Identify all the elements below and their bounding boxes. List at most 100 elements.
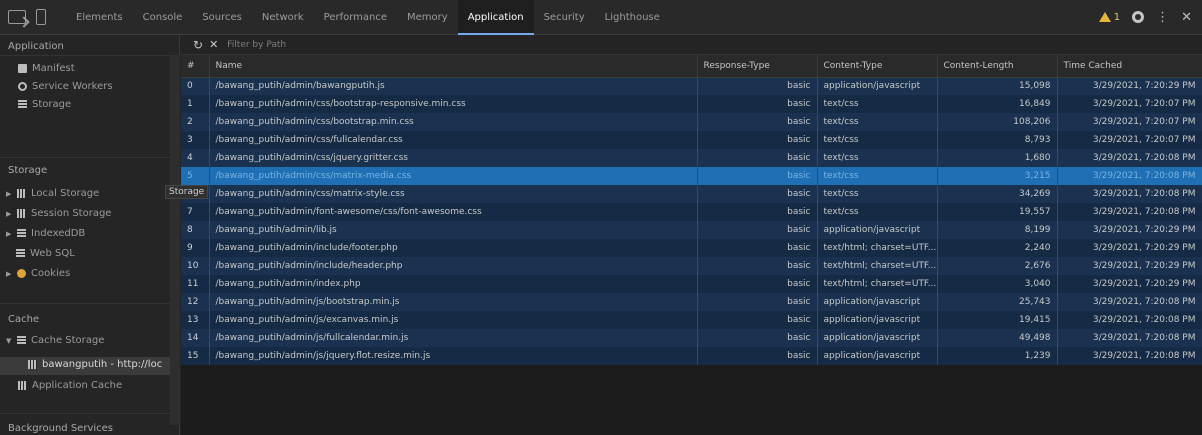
table-row[interactable]: 5/bawang_putih/admin/css/matrix-media.cs…: [181, 167, 1202, 185]
column-header-name[interactable]: Name: [209, 55, 698, 78]
sidebar-item-application-cache[interactable]: Application Cache: [18, 380, 122, 391]
table-row[interactable]: 2/bawang_putih/admin/css/bootstrap.min.c…: [181, 113, 1202, 131]
cell-response-type: basic: [697, 95, 818, 113]
tab-console[interactable]: Console: [133, 0, 193, 35]
expand-arrow-icon[interactable]: ▶: [6, 190, 12, 198]
cell-response-type: basic: [697, 257, 818, 275]
sidebar-item-service-workers[interactable]: Service Workers: [18, 81, 113, 92]
sidebar-item-storage[interactable]: Storage: [18, 99, 71, 110]
close-icon[interactable]: ✕: [1181, 10, 1192, 25]
cell-content-length: 2,676: [937, 257, 1058, 275]
cell-name: /bawang_putih/admin/js/excanvas.min.js: [209, 311, 698, 329]
column-header-index[interactable]: #: [181, 55, 210, 78]
database-icon: [16, 249, 25, 258]
table-row[interactable]: 15/bawang_putih/admin/js/jquery.flot.res…: [181, 347, 1202, 365]
tab-lighthouse[interactable]: Lighthouse: [595, 0, 670, 35]
tab-application[interactable]: Application: [457, 0, 534, 35]
cell-index: 5: [181, 167, 210, 185]
cell-content-length: 19,415: [937, 311, 1058, 329]
tab-elements[interactable]: Elements: [66, 0, 133, 35]
table-row[interactable]: 3/bawang_putih/admin/css/fullcalendar.cs…: [181, 131, 1202, 149]
table-row[interactable]: 1/bawang_putih/admin/css/bootstrap-respo…: [181, 95, 1202, 113]
cell-content-length: 34,269: [937, 185, 1058, 203]
device-toolbar-icon[interactable]: [36, 9, 46, 25]
sidebar-header-storage: Storage: [8, 165, 48, 176]
cell-time-cached: 3/29/2021, 7:20:08 PM: [1057, 329, 1202, 347]
sidebar-item-cache-entry[interactable]: bawangputih - http://loc: [28, 359, 162, 370]
cell-response-type: basic: [697, 203, 818, 221]
sidebar-item-cache-storage[interactable]: ▼ Cache Storage: [6, 335, 104, 346]
tab-performance[interactable]: Performance: [314, 0, 397, 35]
table-row[interactable]: 0/bawang_putih/admin/bawangputih.js basic…: [181, 77, 1202, 95]
cell-content-type: application/javascript: [817, 77, 938, 95]
sidebar-item-indexeddb[interactable]: ▶ IndexedDB: [6, 228, 85, 239]
table-row[interactable]: 9/bawang_putih/admin/include/footer.php b…: [181, 239, 1202, 257]
cell-name: /bawang_putih/admin/css/bootstrap-respon…: [209, 95, 698, 113]
cell-response-type: basic: [697, 221, 818, 239]
tab-sources[interactable]: Sources: [192, 0, 252, 35]
inspect-element-icon[interactable]: [8, 10, 26, 24]
warnings-button[interactable]: 1: [1098, 12, 1120, 23]
column-header-time-cached[interactable]: Time Cached: [1057, 55, 1202, 78]
table-row[interactable]: 4/bawang_putih/admin/css/jquery.gritter.…: [181, 149, 1202, 167]
column-header-response-type[interactable]: Response-Type: [697, 55, 818, 78]
database-icon: [17, 229, 26, 238]
cell-name: /bawang_putih/admin/css/fullcalendar.css: [209, 131, 698, 149]
tab-memory[interactable]: Memory: [397, 0, 458, 35]
sidebar-header-background-services: Background Services: [8, 423, 114, 434]
table-row[interactable]: 10/bawang_putih/admin/include/header.php…: [181, 257, 1202, 275]
cell-content-length: 25,743: [937, 293, 1058, 311]
expand-arrow-icon[interactable]: ▶: [6, 270, 12, 278]
filter-by-path-input[interactable]: [224, 37, 425, 52]
cell-index: 8: [181, 221, 210, 239]
cell-name: /bawang_putih/admin/include/footer.php: [209, 239, 698, 257]
sidebar-item-cookies[interactable]: ▶ Cookies: [6, 268, 70, 279]
cell-response-type: basic: [697, 329, 818, 347]
expand-arrow-icon[interactable]: ▶: [6, 230, 12, 238]
table-row[interactable]: 6/bawang_putih/admin/css/matrix-style.cs…: [181, 185, 1202, 203]
cell-response-type: basic: [697, 275, 818, 293]
collapse-arrow-icon[interactable]: ▼: [6, 337, 12, 345]
cell-time-cached: 3/29/2021, 7:20:07 PM: [1057, 95, 1202, 113]
refresh-icon[interactable]: ↻: [193, 38, 203, 52]
table-header-row: # Name Response-Type Content-Type Conten…: [181, 55, 1202, 78]
column-header-content-length[interactable]: Content-Length: [937, 55, 1058, 78]
cell-response-type: basic: [697, 77, 818, 95]
settings-gear-icon[interactable]: [1132, 11, 1145, 23]
table-row[interactable]: 11/bawang_putih/admin/index.php basic text…: [181, 275, 1202, 293]
table-row[interactable]: 13/bawang_putih/admin/js/excanvas.min.js…: [181, 311, 1202, 329]
cell-index: 7: [181, 203, 210, 221]
expand-arrow-icon[interactable]: ▶: [6, 210, 12, 218]
clear-icon[interactable]: ✕: [209, 38, 218, 51]
grid-icon: [28, 360, 37, 369]
cell-content-length: 2,240: [937, 239, 1058, 257]
sidebar-item-local-storage[interactable]: ▶ Local Storage: [6, 188, 99, 199]
cell-time-cached: 3/29/2021, 7:20:29 PM: [1057, 221, 1202, 239]
cell-response-type: basic: [697, 311, 818, 329]
table-row[interactable]: 7/bawang_putih/admin/font-awesome/css/fo…: [181, 203, 1202, 221]
cell-content-type: text/css: [817, 95, 938, 113]
column-header-content-type[interactable]: Content-Type: [817, 55, 938, 78]
tab-security[interactable]: Security: [534, 0, 595, 35]
sidebar-item-manifest[interactable]: Manifest: [18, 63, 75, 74]
table-row[interactable]: 12/bawang_putih/admin/js/bootstrap.min.j…: [181, 293, 1202, 311]
cell-content-length: 49,498: [937, 329, 1058, 347]
cell-name: /bawang_putih/admin/include/header.php: [209, 257, 698, 275]
cell-response-type: basic: [697, 185, 818, 203]
tab-network[interactable]: Network: [252, 0, 314, 35]
sidebar-scrollbar[interactable]: [170, 55, 180, 425]
cell-content-length: 8,199: [937, 221, 1058, 239]
cell-content-type: text/html; charset=UTF...: [817, 275, 938, 293]
more-options-icon[interactable]: ⋮: [1156, 11, 1169, 24]
cell-content-length: 108,206: [937, 113, 1058, 131]
cell-content-type: text/css: [817, 185, 938, 203]
cell-response-type: basic: [697, 131, 818, 149]
cell-index: 2: [181, 113, 210, 131]
sidebar-item-session-storage[interactable]: ▶ Session Storage: [6, 208, 111, 219]
application-sidebar: Application Manifest Service Workers Sto…: [0, 35, 180, 435]
table-row[interactable]: 8/bawang_putih/admin/lib.js basic applicat…: [181, 221, 1202, 239]
cell-name: /bawang_putih/admin/css/matrix-media.css: [209, 167, 698, 185]
cell-index: 0: [181, 77, 210, 95]
sidebar-item-web-sql[interactable]: Web SQL: [16, 248, 75, 259]
table-row[interactable]: 14/bawang_putih/admin/js/fullcalendar.mi…: [181, 329, 1202, 347]
